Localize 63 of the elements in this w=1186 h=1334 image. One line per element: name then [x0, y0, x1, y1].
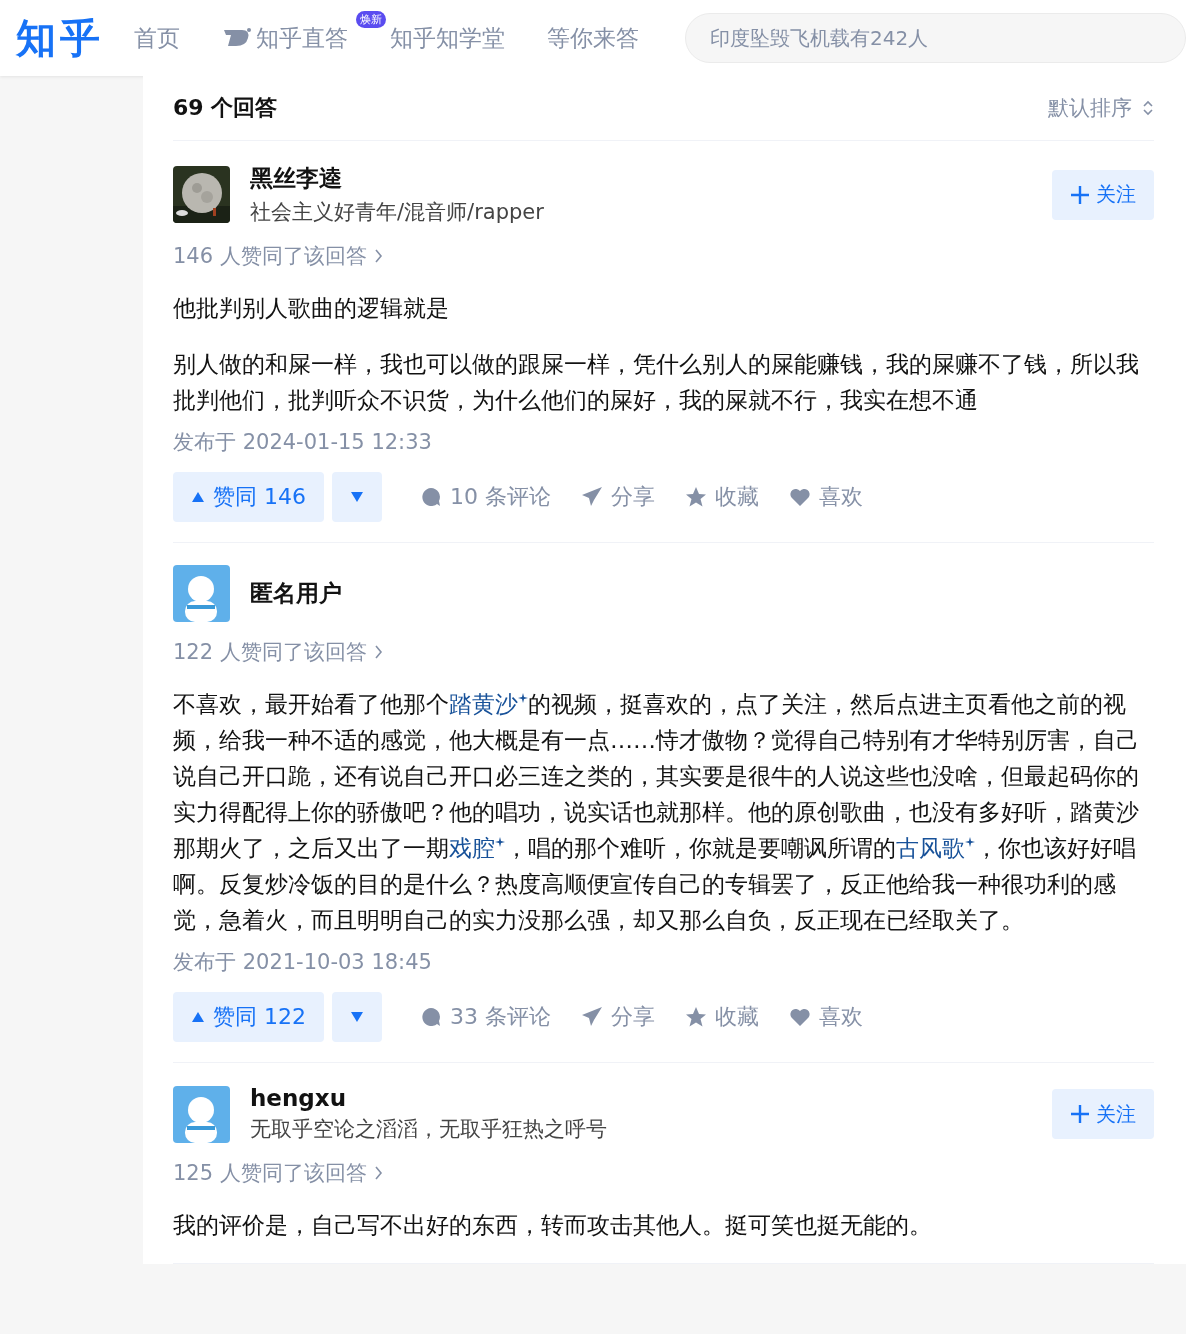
star-icon [685, 486, 707, 508]
share-button[interactable]: 分享 [581, 482, 655, 512]
like-button[interactable]: 喜欢 [789, 482, 863, 512]
upvote-summary[interactable]: 125 人赞同了该回答 [173, 1159, 1154, 1187]
avatar-icon [173, 1085, 230, 1143]
logo-icon [222, 27, 252, 49]
nav-link[interactable]: 等你来答 [547, 22, 639, 54]
topic-link[interactable]: 戏腔 [449, 835, 505, 861]
answer-count: 69 个回答 [173, 94, 278, 122]
plus-icon [1070, 184, 1090, 205]
chevron-icon [374, 1166, 383, 1180]
logo[interactable]: 知乎 [16, 10, 104, 66]
author-name[interactable]: 黑丝李逵 [250, 163, 1032, 194]
topic-link[interactable]: 古风歌 [896, 835, 975, 861]
plus-icon [1070, 1104, 1090, 1124]
upvote-summary[interactable]: 146 人赞同了该回答 [173, 242, 1154, 270]
chevron-icon [374, 249, 383, 263]
avatar-icon [173, 565, 230, 622]
upvote-button[interactable]: 赞同 146 [173, 472, 324, 522]
answer-paragraph: 不喜欢，最开始看了他那个踏黄沙 的视频，挺喜欢的，点了关注，然后点进主页看他之前的视频，给我一种不适的感觉，他大概是有一点……恃才傲物？觉得自己特别有才华特别厉害，自己说自己开口跪，还有说自己开口必三连之类的，其实要是很牛的人说这些也没啥，但最起码你的实力得配得上你的骄傲吧？他的唱功，说实话也就那样。他的原创歌曲，也没有多好听，踏黄沙那期火了，之后又出了一期戏腔 ，唱的那个难听，你就是要嘲讽所谓的古风歌 ，你也该好好唱啊。反复炒冷饭的目的是什么？热度高顺便宣传自己的专辑罢了，反正他给我一种很功利的感觉，急着火，而且明明自己的实力没那么强，却又那么自负，反正现在已经取关了。 [173, 690, 1140, 935]
new-badge: 焕新 [356, 10, 386, 28]
triangle-down-icon [350, 491, 364, 503]
heart-icon [789, 1006, 811, 1028]
comment-icon [420, 486, 442, 508]
like-button[interactable]: 喜欢 [789, 1002, 863, 1032]
topic-link[interactable]: 踏黄沙 [449, 691, 528, 717]
downvote-button[interactable] [332, 992, 382, 1042]
upvote-summary[interactable]: 122 人赞同了该回答 [173, 638, 1154, 666]
answer-paragraph: 别人做的和屎一样，我也可以做的跟屎一样，凭什么别人的屎能赚钱，我的屎赚不了钱，所以我批判他们，批判听众不识货，为什么他们的屎好，我的屎就不行，我实在想不通 [173, 350, 1140, 415]
collect-button[interactable]: 收藏 [685, 482, 759, 512]
follow-button[interactable]: 关注 [1052, 1089, 1154, 1139]
follow-button[interactable]: 关注 [1052, 169, 1154, 220]
author-headline: 社会主义好青年/混音师/rapper [250, 199, 545, 226]
paper-plane-icon [581, 1006, 603, 1028]
search-field[interactable]: 印度坠毁飞机载有242人 [685, 13, 1186, 63]
upvote-button[interactable]: 赞同 122 [173, 992, 324, 1042]
answer-paragraph: 我的评价是，自己写不出好的东西，转而攻击其他人。挺可笑也挺无能的。 [173, 1211, 933, 1240]
collect-button[interactable]: 收藏 [685, 1002, 759, 1032]
paper-plane-icon [581, 486, 603, 508]
author-name[interactable]: hengxu [250, 1085, 1032, 1111]
share-button[interactable]: 分享 [581, 1002, 655, 1032]
comment-button[interactable]: 10 条评论 [420, 482, 551, 512]
nav-link[interactable]: 首页 [134, 22, 180, 54]
star-icon [685, 1006, 707, 1028]
author-headline: 无取乎空论之滔滔，无取乎狂热之呼号 [250, 1116, 608, 1143]
chevron-icon [374, 645, 383, 659]
author-name[interactable]: 匿名用户 [250, 578, 1154, 609]
heart-icon [789, 486, 811, 508]
sparkle-icon [518, 693, 528, 704]
sort-button[interactable]: 默认排序 [1048, 94, 1154, 122]
publish-date: 发布于 2024-01-15 12:33 [173, 429, 433, 456]
triangle-up-icon [191, 1011, 205, 1023]
comment-icon [420, 1006, 442, 1028]
comment-button[interactable]: 33 条评论 [420, 1002, 551, 1032]
publish-date: 发布于 2021-10-03 18:45 [173, 949, 433, 976]
downvote-button[interactable] [332, 472, 382, 522]
answer-paragraph: 他批判别人歌曲的逻辑就是 [173, 294, 450, 323]
triangle-up-icon [191, 491, 205, 503]
triangle-down-icon [350, 1011, 364, 1023]
sparkle-icon [495, 837, 505, 848]
nav-link[interactable]: 知乎知学堂 [390, 22, 505, 54]
sparkle-icon [965, 837, 975, 848]
sort-icon [1142, 99, 1154, 117]
